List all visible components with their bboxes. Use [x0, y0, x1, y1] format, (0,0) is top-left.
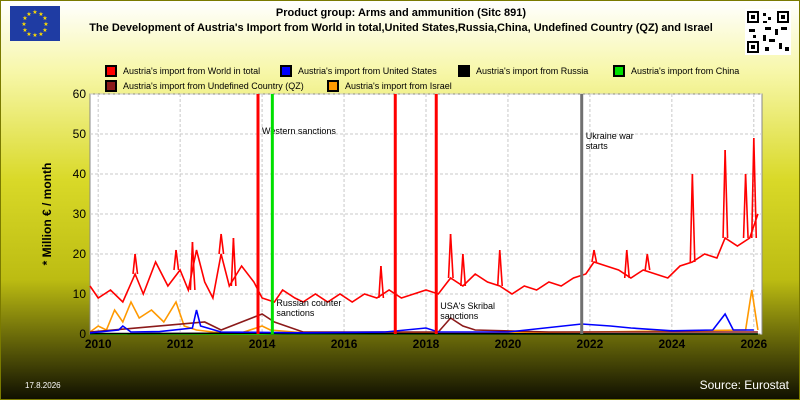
y-axis-label: * Million € / month [40, 163, 54, 266]
x-tick-label: 2020 [495, 337, 522, 351]
y-tick-label: 20 [73, 247, 87, 261]
event-label-line: USA's Skribal [440, 301, 495, 311]
x-tick-label: 2014 [249, 337, 276, 351]
chart-panel: ★ ★ ★ ★ ★ ★ ★ ★ ★ ★ ★ ★ Product group: Arms and … [0, 0, 800, 400]
y-tick-label: 60 [73, 87, 87, 101]
line-chart: 01020304050602010 2012 2014 2016 2018 2020 202… [40, 87, 767, 351]
event-label-line: Russian counter [276, 298, 341, 308]
series-line-2 [89, 332, 758, 335]
x-tick-label: 2018 [413, 337, 440, 351]
x-tick-label: 2012 [167, 337, 194, 351]
x-tick-label: 2010 [85, 337, 112, 351]
export-date: 17.8.2026 [25, 381, 61, 390]
event-label-line: Ukraine war [586, 131, 634, 141]
y-tick-label: 30 [73, 207, 87, 221]
event-label-line: starts [586, 141, 609, 151]
x-tick-label: 2016 [331, 337, 358, 351]
source-label: Source: Eurostat [699, 378, 789, 392]
x-tick-label: 2022 [577, 337, 604, 351]
event-label-line: sanctions [276, 308, 315, 318]
event-label-line: sanctions [440, 311, 479, 321]
y-tick-label: 50 [73, 127, 87, 141]
y-tick-label: 40 [73, 167, 87, 181]
x-tick-label: 2026 [740, 337, 767, 351]
x-tick-label: 2024 [659, 337, 686, 351]
y-tick-label: 10 [73, 287, 87, 301]
